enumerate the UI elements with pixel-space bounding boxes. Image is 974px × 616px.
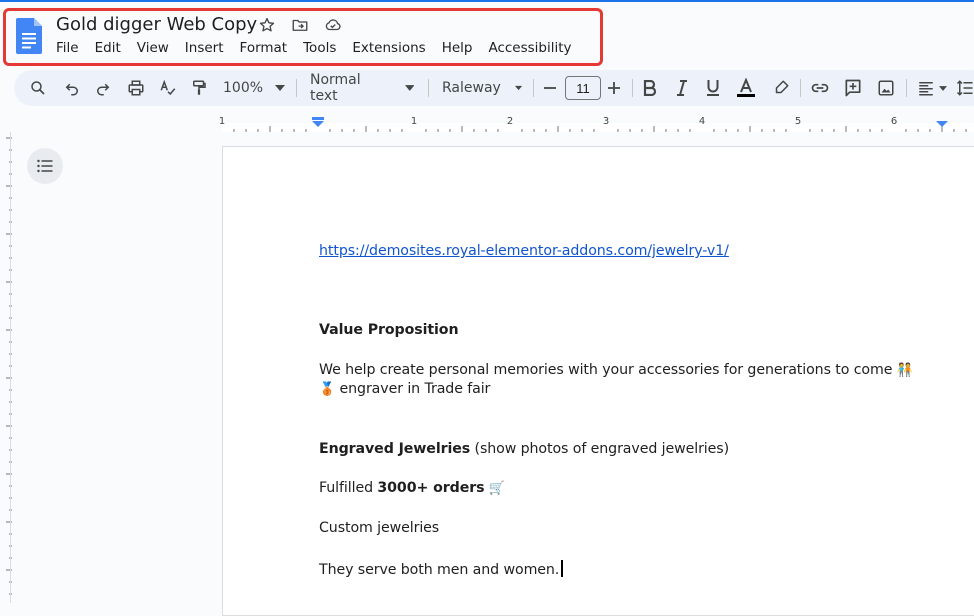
ruler-label: 1 [411, 116, 417, 127]
menu-tools[interactable]: Tools [303, 40, 336, 56]
docs-logo-icon[interactable] [16, 18, 42, 54]
image-icon [878, 80, 894, 96]
zoom-value: 100% [223, 80, 264, 96]
insert-comment-button[interactable] [842, 70, 864, 106]
menu-accessibility[interactable]: Accessibility [488, 40, 571, 56]
toolbar-divider [428, 79, 429, 97]
plus-icon [608, 82, 620, 94]
paint-format-icon[interactable] [189, 70, 209, 106]
ruler-label: 6 [891, 116, 897, 127]
font-size-input[interactable]: 11 [565, 76, 601, 100]
menu-format[interactable]: Format [240, 40, 288, 56]
add-comment-icon [845, 79, 861, 97]
text-color-icon [737, 78, 755, 97]
zoom-select[interactable]: 100% [223, 70, 285, 106]
line-spacing-icon [956, 80, 973, 96]
line-spacing-button[interactable] [956, 70, 974, 106]
serve-paragraph: They serve both men and women. [319, 560, 564, 578]
move-folder-icon[interactable] [291, 16, 309, 34]
minus-icon [544, 87, 556, 89]
undo-icon[interactable] [62, 70, 82, 106]
custom-paragraph: Custom jewelries [319, 520, 440, 536]
bold-button[interactable] [641, 70, 659, 106]
document-link[interactable]: https://demosites.royal-elementor-addons… [319, 243, 729, 259]
font-value: Raleway [442, 80, 501, 96]
decrease-font-size-button[interactable] [541, 70, 559, 106]
menu-help[interactable]: Help [442, 40, 473, 56]
menu-extensions[interactable]: Extensions [352, 40, 425, 56]
search-menus-icon[interactable] [28, 70, 48, 106]
value-paragraph-line2: 🥉 engraver in Trade fair [319, 381, 490, 397]
underline-button[interactable] [704, 70, 722, 106]
document-outline-button[interactable] [27, 148, 63, 184]
title-bar: Gold digger Web Copy File Edit View Inse… [0, 2, 974, 68]
italic-button[interactable] [673, 70, 691, 106]
ruler-label: 5 [795, 116, 801, 127]
insert-image-button[interactable] [875, 70, 897, 106]
increase-font-size-button[interactable] [605, 70, 623, 106]
ruler-label: 4 [699, 116, 705, 127]
engraved-paragraph: Engraved Jewelries (show photos of engra… [319, 441, 729, 457]
paragraph-style-select[interactable]: Normal text [310, 70, 414, 106]
font-select[interactable]: Raleway [442, 70, 522, 106]
medal-emoji: 🥉 [319, 382, 336, 397]
ruler-label: 1 [219, 116, 225, 127]
toolbar-divider [533, 79, 534, 97]
outline-list-icon [37, 159, 53, 173]
text-color-button[interactable] [735, 70, 757, 106]
toolbar-divider [296, 79, 297, 97]
paragraph-style-value: Normal text [310, 72, 361, 104]
fulfilled-paragraph: Fulfilled 3000+ orders 🛒 [319, 480, 505, 496]
value-text: We help create personal memories with yo… [319, 362, 893, 378]
fulfilled-prefix: Fulfilled [319, 480, 378, 496]
ruler-label: 3 [603, 116, 609, 127]
chevron-down-icon [275, 85, 285, 91]
menu-edit[interactable]: Edit [95, 40, 121, 56]
chevron-down-icon [939, 85, 947, 91]
highlighter-icon [775, 80, 789, 94]
first-line-indent-marker[interactable] [312, 117, 324, 120]
document-title[interactable]: Gold digger Web Copy [56, 14, 257, 35]
menu-file[interactable]: File [56, 40, 79, 56]
align-left-icon [919, 82, 933, 96]
menu-view[interactable]: View [137, 40, 169, 56]
serve-text: They serve both men and women. [319, 562, 560, 578]
align-select[interactable] [914, 70, 950, 106]
star-icon[interactable] [258, 16, 276, 34]
toolbar-divider [800, 79, 801, 97]
horizontal-ruler[interactable]: 1 1 2 3 4 5 6 [0, 112, 974, 132]
cloud-saved-icon[interactable] [323, 16, 343, 34]
text-cursor [561, 560, 564, 577]
cart-emoji: 🛒 [488, 481, 505, 496]
insert-link-button[interactable] [809, 70, 831, 106]
link-icon [811, 83, 829, 93]
menu-insert[interactable]: Insert [185, 40, 224, 56]
engraved-note: (show photos of engraved jewelries) [470, 441, 730, 457]
redo-icon[interactable] [93, 70, 113, 106]
print-icon[interactable] [126, 70, 146, 106]
value-paragraph-line1: We help create personal memories with yo… [319, 362, 913, 378]
toolbar-divider [632, 79, 633, 97]
chevron-down-icon [514, 85, 522, 91]
bold-icon [643, 80, 657, 96]
toolbar-divider [906, 79, 907, 97]
ruler-border [10, 132, 11, 603]
engraver-text: engraver in Trade fair [339, 381, 491, 397]
engraved-heading: Engraved Jewelries [319, 441, 471, 457]
highlight-color-button[interactable] [771, 70, 791, 106]
orders-count: 3000+ orders [377, 480, 485, 496]
toolbar: 100% Normal text Raleway 11 [14, 70, 974, 106]
value-proposition-heading: Value Proposition [319, 322, 459, 338]
chevron-down-icon [404, 85, 414, 91]
italic-icon [677, 80, 687, 96]
spelling-check-icon[interactable] [158, 70, 178, 106]
people-emoji: 🧑‍🤝‍🧑 [896, 363, 913, 378]
jewelry-demo-link[interactable]: https://demosites.royal-elementor-addons… [319, 243, 729, 259]
ruler-label: 2 [507, 116, 513, 127]
menu-bar: File Edit View Insert Format Tools Exten… [56, 40, 588, 56]
underline-icon [707, 80, 719, 96]
